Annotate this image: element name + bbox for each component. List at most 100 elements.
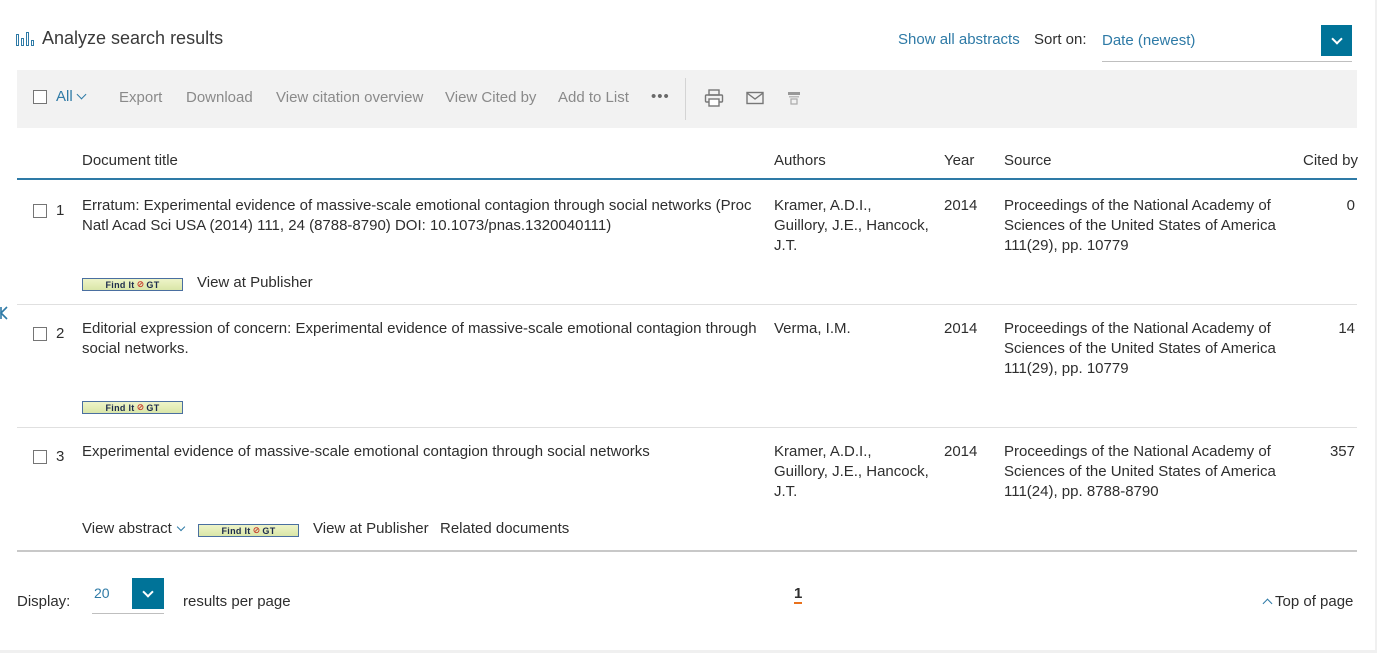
author-line: Verma, I.M.	[774, 320, 851, 337]
toolbar-divider	[685, 78, 686, 120]
sort-select[interactable]: Date (newest)	[1102, 24, 1352, 62]
column-header-cited-by[interactable]: Cited by	[1303, 152, 1358, 169]
add-to-list-button[interactable]: Add to List	[558, 89, 629, 106]
source-cell[interactable]: Proceedings of the National Academy of S…	[1004, 442, 1294, 502]
source-line: 111(29), pp. 10779	[1004, 360, 1129, 377]
bar-chart-icon	[16, 31, 34, 46]
document-title-link[interactable]: Editorial expression of concern: Experim…	[82, 319, 762, 359]
view-cited-by-button[interactable]: View Cited by	[445, 89, 536, 106]
view-abstract-toggle[interactable]: View abstract	[82, 520, 186, 537]
table-bottom-divider	[17, 550, 1357, 552]
year-cell: 2014	[944, 443, 978, 460]
source-line: 111(24), pp. 8788-8790	[1004, 483, 1159, 500]
view-at-publisher-link[interactable]: View at Publisher	[197, 274, 313, 291]
current-page-number[interactable]: 1	[794, 586, 803, 604]
results-per-page-select[interactable]: 20	[92, 578, 164, 614]
authors-cell[interactable]: Verma, I.M.	[774, 319, 934, 339]
select-all-dropdown[interactable]: All	[56, 88, 87, 105]
analyze-results-link[interactable]: Analyze search results	[16, 28, 223, 49]
show-all-abstracts-link[interactable]: Show all abstracts	[898, 31, 1020, 48]
year-cell: 2014	[944, 320, 978, 337]
cited-by-count[interactable]: 14	[1338, 319, 1355, 339]
title-line: Erratum: Experimental evidence of massiv…	[82, 197, 752, 214]
find-it-label: Find It	[105, 402, 135, 413]
column-header-source[interactable]: Source	[1004, 152, 1052, 169]
column-header-year[interactable]: Year	[944, 152, 974, 169]
top-of-page-label: Top of page	[1275, 593, 1354, 610]
source-line: 111(29), pp. 10779	[1004, 237, 1129, 254]
find-it-label: Find It	[221, 525, 251, 536]
authors-cell[interactable]: Kramer, A.D.I., Guillory, J.E., Hancock,…	[774, 442, 934, 502]
row-number: 1	[56, 202, 65, 219]
source-cell[interactable]: Proceedings of the National Academy of S…	[1004, 319, 1294, 379]
header-divider	[17, 178, 1357, 180]
document-title-link[interactable]: Experimental evidence of massive-scale e…	[82, 442, 762, 462]
chevron-up-icon	[1262, 598, 1273, 609]
column-header-title[interactable]: Document title	[82, 152, 178, 169]
select-all-control[interactable]: All	[33, 88, 87, 105]
chevron-down-icon	[1330, 32, 1343, 45]
results-per-page-dropdown-button[interactable]	[132, 578, 164, 609]
sort-value: Date (newest)	[1102, 32, 1196, 49]
row-divider	[17, 427, 1357, 428]
cited-by-count[interactable]: 0	[1347, 196, 1355, 216]
results-per-page-value: 20	[94, 585, 110, 601]
download-button[interactable]: Download	[186, 89, 253, 106]
authors-cell[interactable]: Kramer, A.D.I., Guillory, J.E., Hancock,…	[774, 196, 934, 256]
row-checkbox[interactable]	[33, 450, 47, 464]
column-header-authors[interactable]: Authors	[774, 152, 826, 169]
row-checkbox[interactable]	[33, 327, 47, 341]
title-line: Natl Acad Sci USA (2014) 111, 24 (8788-8…	[82, 217, 612, 234]
source-line: Proceedings of the National Academy of	[1004, 197, 1271, 214]
analyze-results-label: Analyze search results	[42, 28, 224, 48]
author-line: J.T.	[774, 483, 798, 500]
results-per-page-label: results per page	[183, 593, 291, 610]
display-label: Display:	[17, 593, 71, 610]
chevron-down-icon	[76, 89, 87, 100]
chevron-down-icon	[176, 522, 186, 532]
row-number: 2	[56, 325, 65, 342]
sort-dropdown-button[interactable]	[1321, 25, 1352, 56]
export-button[interactable]: Export	[119, 89, 162, 106]
related-documents-link[interactable]: Related documents	[440, 520, 569, 537]
more-options-button[interactable]: •••	[651, 88, 670, 105]
email-icon[interactable]	[744, 88, 766, 108]
title-line: Editorial expression of concern: Experim…	[82, 320, 757, 337]
sort-label: Sort on:	[1034, 31, 1087, 48]
results-toolbar: All Export Download View citation overvi…	[17, 70, 1357, 128]
author-line: Kramer, A.D.I.,	[774, 197, 872, 214]
no-symbol-icon: ⊘	[136, 402, 145, 412]
view-citation-overview-button[interactable]: View citation overview	[276, 89, 423, 106]
source-line: Proceedings of the National Academy of	[1004, 320, 1271, 337]
view-abstract-label: View abstract	[82, 520, 172, 537]
author-line: Kramer, A.D.I.,	[774, 443, 872, 460]
view-at-publisher-link[interactable]: View at Publisher	[313, 520, 429, 537]
source-line: Sciences of the United States of America	[1004, 217, 1276, 234]
results-page: Analyze search results Show all abstract…	[0, 0, 1375, 650]
select-all-label: All	[56, 88, 73, 105]
find-it-button[interactable]: Find It ⊘ GT	[198, 524, 299, 537]
row-divider	[17, 304, 1357, 305]
top-of-page-link[interactable]: Top of page	[1262, 593, 1354, 610]
find-it-button[interactable]: Find It ⊘ GT	[82, 278, 183, 291]
year-cell: 2014	[944, 197, 978, 214]
title-line: Experimental evidence of massive-scale e…	[82, 443, 650, 460]
document-title-link[interactable]: Erratum: Experimental evidence of massiv…	[82, 196, 762, 236]
no-symbol-icon: ⊘	[252, 525, 261, 535]
source-cell[interactable]: Proceedings of the National Academy of S…	[1004, 196, 1294, 256]
bibliography-icon[interactable]	[783, 88, 805, 108]
row-checkbox[interactable]	[33, 204, 47, 218]
source-line: Proceedings of the National Academy of	[1004, 443, 1271, 460]
author-line: J.T.	[774, 237, 798, 254]
collapse-sidebar-icon[interactable]	[0, 306, 8, 324]
source-line: Sciences of the United States of America	[1004, 340, 1276, 357]
find-it-label: Find It	[105, 279, 135, 290]
print-icon[interactable]	[703, 88, 725, 108]
select-all-checkbox[interactable]	[33, 89, 47, 104]
author-line: Guillory, J.E., Hancock,	[774, 463, 929, 480]
title-line: social networks.	[82, 340, 189, 357]
no-symbol-icon: ⊘	[136, 279, 145, 289]
cited-by-count[interactable]: 357	[1330, 442, 1355, 462]
find-it-button[interactable]: Find It ⊘ GT	[82, 401, 183, 414]
source-line: Sciences of the United States of America	[1004, 463, 1276, 480]
